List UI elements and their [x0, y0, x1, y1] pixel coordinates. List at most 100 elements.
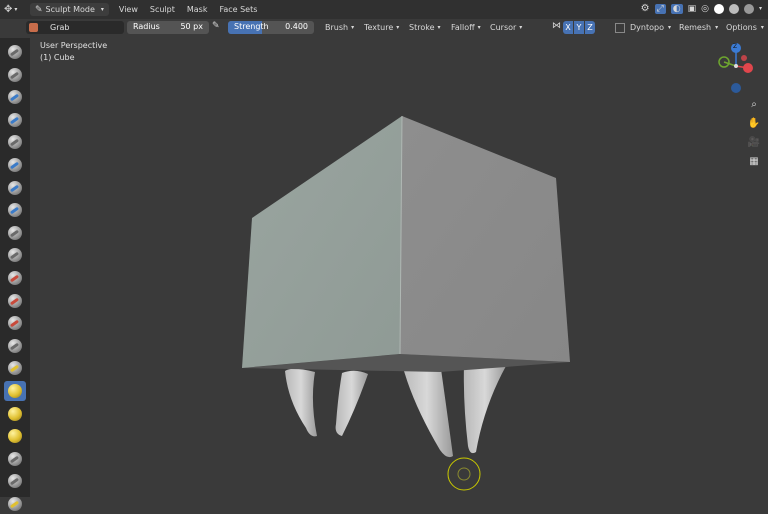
tool-fill[interactable]: [4, 291, 26, 311]
dyntopo-toggle[interactable]: Dyntopo ▾: [615, 21, 671, 34]
clay-brush-icon: [8, 90, 22, 105]
chevron-down-icon: ▾: [667, 24, 671, 31]
tool-thumb[interactable]: [4, 449, 26, 469]
gizmo-neg-z-axis[interactable]: [731, 83, 741, 93]
shading-wireframe-icon[interactable]: ◎: [701, 4, 709, 14]
view-object-types-icon[interactable]: ⚙: [641, 3, 650, 14]
menu-view[interactable]: View: [113, 5, 144, 14]
remesh-dropdown[interactable]: Remesh ▾: [679, 21, 718, 34]
tool-crease[interactable]: [4, 223, 26, 243]
chevron-down-icon: ▾: [760, 24, 764, 31]
shading-material-icon[interactable]: [728, 3, 739, 14]
sculpt-toolbar: [0, 38, 30, 511]
symmetry-icon: ⋈: [552, 21, 561, 31]
sculpt-brush-icon: ✎: [35, 4, 43, 15]
navigation-gizmo[interactable]: Z: [710, 40, 764, 94]
gizmo-z-label: Z: [733, 43, 738, 50]
strength-value: 0.400: [285, 22, 308, 31]
draw-sharp-brush-icon: [8, 67, 22, 82]
gizmo-x-axis[interactable]: [743, 63, 753, 73]
chevron-down-icon: ▾: [351, 24, 355, 31]
options-dropdown[interactable]: Options ▾: [726, 21, 764, 34]
snake-hook-brush-icon: [8, 429, 22, 444]
shading-rendered-icon[interactable]: [743, 3, 754, 14]
tool-draw[interactable]: [4, 42, 26, 62]
tool-multiplane-scrape[interactable]: [4, 336, 26, 356]
chevron-down-icon: ▾: [477, 24, 481, 31]
active-object-label: (1) Cube: [40, 53, 75, 62]
brush-selector[interactable]: Grab: [26, 21, 124, 34]
symmetry-x-toggle[interactable]: X: [563, 21, 573, 34]
draw-brush-icon: [8, 45, 22, 59]
stroke-dropdown[interactable]: Stroke ▾: [409, 21, 441, 34]
thumb-brush-icon: [8, 451, 22, 466]
options-label: Options: [726, 23, 757, 32]
dyntopo-label: Dyntopo: [630, 23, 664, 32]
camera-view-icon[interactable]: 🎥: [746, 134, 762, 150]
texture-dropdown[interactable]: Texture ▾: [364, 21, 399, 34]
layer-brush-icon: [8, 158, 22, 172]
viewport-scene: [242, 115, 570, 491]
grab-brush-icon: [8, 384, 22, 398]
chevron-down-icon: ▾: [519, 24, 523, 31]
tool-blob[interactable]: [4, 200, 26, 220]
strength-slider[interactable]: Strength 0.400: [228, 21, 314, 34]
texture-dropdown-label: Texture: [364, 23, 394, 32]
inflate-brush-icon: [8, 180, 22, 195]
dyntopo-checkbox[interactable]: [615, 22, 625, 33]
pen-pressure-icon[interactable]: ✎: [212, 21, 220, 31]
chevron-down-icon: ▾: [14, 6, 18, 13]
multiplane-scrape-brush-icon: [8, 338, 22, 353]
brush-cursor-inner: [457, 467, 471, 481]
mode-selector[interactable]: ✎ Sculpt Mode ▾: [30, 3, 109, 16]
tool-grab[interactable]: [4, 381, 26, 401]
brush-dropdown-label: Brush: [325, 23, 349, 32]
shading-solid-icon[interactable]: [713, 3, 724, 14]
brush-name: Grab: [50, 23, 70, 32]
tool-clay[interactable]: [4, 87, 26, 107]
xray-toggle-icon[interactable]: ▣: [688, 4, 697, 14]
cube-left-face: [242, 116, 402, 368]
pose-brush-icon: [8, 474, 22, 489]
tool-smooth[interactable]: [4, 245, 26, 265]
tool-layer[interactable]: [4, 155, 26, 175]
radius-slider[interactable]: Radius 50 px: [127, 21, 209, 34]
chevron-down-icon[interactable]: ▾: [759, 5, 762, 12]
3d-viewport[interactable]: User Perspective (1) Cube: [30, 36, 768, 497]
perspective-label: User Perspective: [40, 41, 108, 50]
pan-hand-icon[interactable]: ✋: [746, 115, 762, 131]
gizmo-toggle-icon[interactable]: ⤢: [654, 3, 666, 14]
tool-draw-sharp[interactable]: [4, 65, 26, 85]
editor-type-button[interactable]: ✥ ▾: [4, 4, 26, 15]
fill-brush-icon: [8, 293, 22, 308]
brush-dropdown[interactable]: Brush ▾: [325, 21, 354, 34]
tool-pinch[interactable]: [4, 358, 26, 378]
menu-mask[interactable]: Mask: [181, 5, 214, 14]
zoom-icon[interactable]: ⌕: [746, 96, 762, 112]
clay-strips-brush-icon: [8, 112, 22, 127]
tool-nudge[interactable]: [4, 494, 26, 514]
crease-brush-icon: [8, 225, 22, 240]
falloff-dropdown-label: Falloff: [451, 23, 475, 32]
editor-header: ✥ ▾ ✎ Sculpt Mode ▾ View Sculpt Mask Face S…: [0, 0, 768, 19]
falloff-dropdown[interactable]: Falloff ▾: [451, 21, 481, 34]
header-right-icons: ⚙ ⤢ ◐ ▣ ◎ ▾: [641, 3, 762, 14]
tool-pose[interactable]: [4, 471, 26, 491]
tool-clay-strips[interactable]: [4, 110, 26, 130]
tool-flatten[interactable]: [4, 268, 26, 288]
menu-face-sets[interactable]: Face Sets: [213, 5, 263, 14]
cursor-dropdown[interactable]: Cursor ▾: [490, 21, 522, 34]
symmetry-z-toggle[interactable]: Z: [585, 21, 595, 34]
tool-elastic-deform[interactable]: [4, 404, 26, 424]
tool-inflate[interactable]: [4, 178, 26, 198]
scrape-brush-icon: [8, 316, 22, 331]
radius-value: 50 px: [180, 22, 203, 31]
symmetry-y-toggle[interactable]: Y: [574, 21, 584, 34]
tool-scrape[interactable]: [4, 313, 26, 333]
tool-clay-thumb[interactable]: [4, 132, 26, 152]
nudge-brush-icon: [8, 497, 22, 511]
overlay-toggle-icon[interactable]: ◐: [670, 3, 683, 14]
ortho-grid-icon[interactable]: ▦: [746, 153, 762, 169]
tool-snake-hook[interactable]: [4, 426, 26, 446]
menu-sculpt[interactable]: Sculpt: [144, 5, 181, 14]
